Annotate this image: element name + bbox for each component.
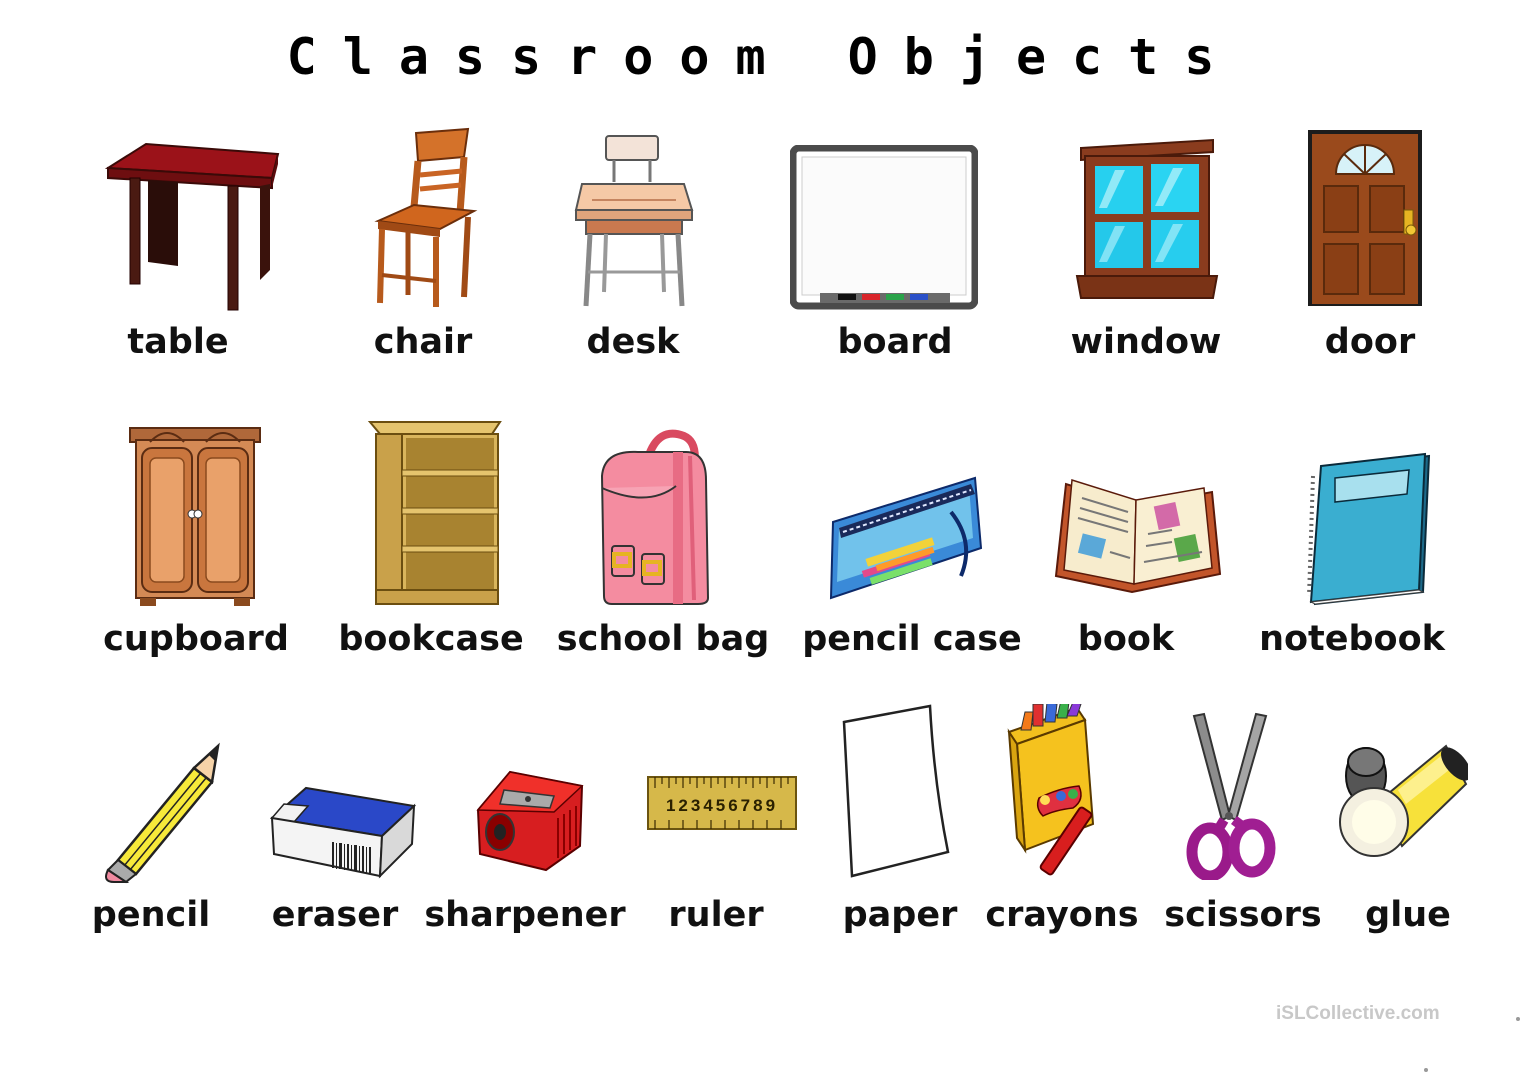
school-bag-icon xyxy=(600,429,710,605)
label-cupboard: cupboard xyxy=(103,619,289,659)
label-paper: paper xyxy=(842,895,958,935)
label-chair: chair xyxy=(373,322,473,362)
label-school-bag: school bag xyxy=(556,619,770,659)
label-book: book xyxy=(1077,619,1175,659)
window-icon xyxy=(1075,138,1219,299)
book-icon xyxy=(1054,479,1222,594)
label-notebook: notebook xyxy=(1259,619,1445,659)
door-icon xyxy=(1308,130,1422,306)
label-door: door xyxy=(1324,322,1416,362)
crayons-icon xyxy=(1007,704,1095,876)
bottom-dot xyxy=(1424,1068,1428,1072)
label-board: board xyxy=(837,322,953,362)
pencil-case-icon xyxy=(829,476,983,600)
table-icon xyxy=(104,142,280,311)
label-desk: desk xyxy=(586,322,680,362)
eraser-icon xyxy=(270,786,417,879)
pencil-icon xyxy=(105,742,220,884)
glue-icon xyxy=(1339,744,1468,857)
chair-icon xyxy=(374,127,478,307)
notebook-icon xyxy=(1307,452,1431,606)
label-crayons: crayons xyxy=(985,895,1139,935)
label-window: window xyxy=(1070,322,1222,362)
watermark: iSLCollective.com xyxy=(1276,1003,1440,1024)
label-glue: glue xyxy=(1365,895,1451,935)
ruler-icon: 123456789 xyxy=(647,776,797,830)
scissors-icon xyxy=(1186,712,1276,880)
label-pencil: pencil xyxy=(91,895,211,935)
sharpener-icon xyxy=(476,770,584,872)
paper-icon xyxy=(842,704,950,878)
bookcase-icon xyxy=(367,421,502,605)
label-scissors: scissors xyxy=(1164,895,1322,935)
label-table: table xyxy=(127,322,229,362)
page-title: Classroom Objects xyxy=(286,28,1241,86)
cupboard-icon xyxy=(129,427,261,606)
label-eraser: eraser xyxy=(271,895,399,935)
board-icon xyxy=(790,145,978,310)
label-pencil-case: pencil case xyxy=(802,619,1022,659)
desk-icon xyxy=(574,135,694,307)
label-bookcase: bookcase xyxy=(338,619,524,659)
corner-dot xyxy=(1516,1017,1520,1021)
label-sharpener: sharpener xyxy=(424,895,626,935)
label-ruler: ruler xyxy=(668,895,764,935)
ruler-digits: 123456789 xyxy=(666,796,778,815)
